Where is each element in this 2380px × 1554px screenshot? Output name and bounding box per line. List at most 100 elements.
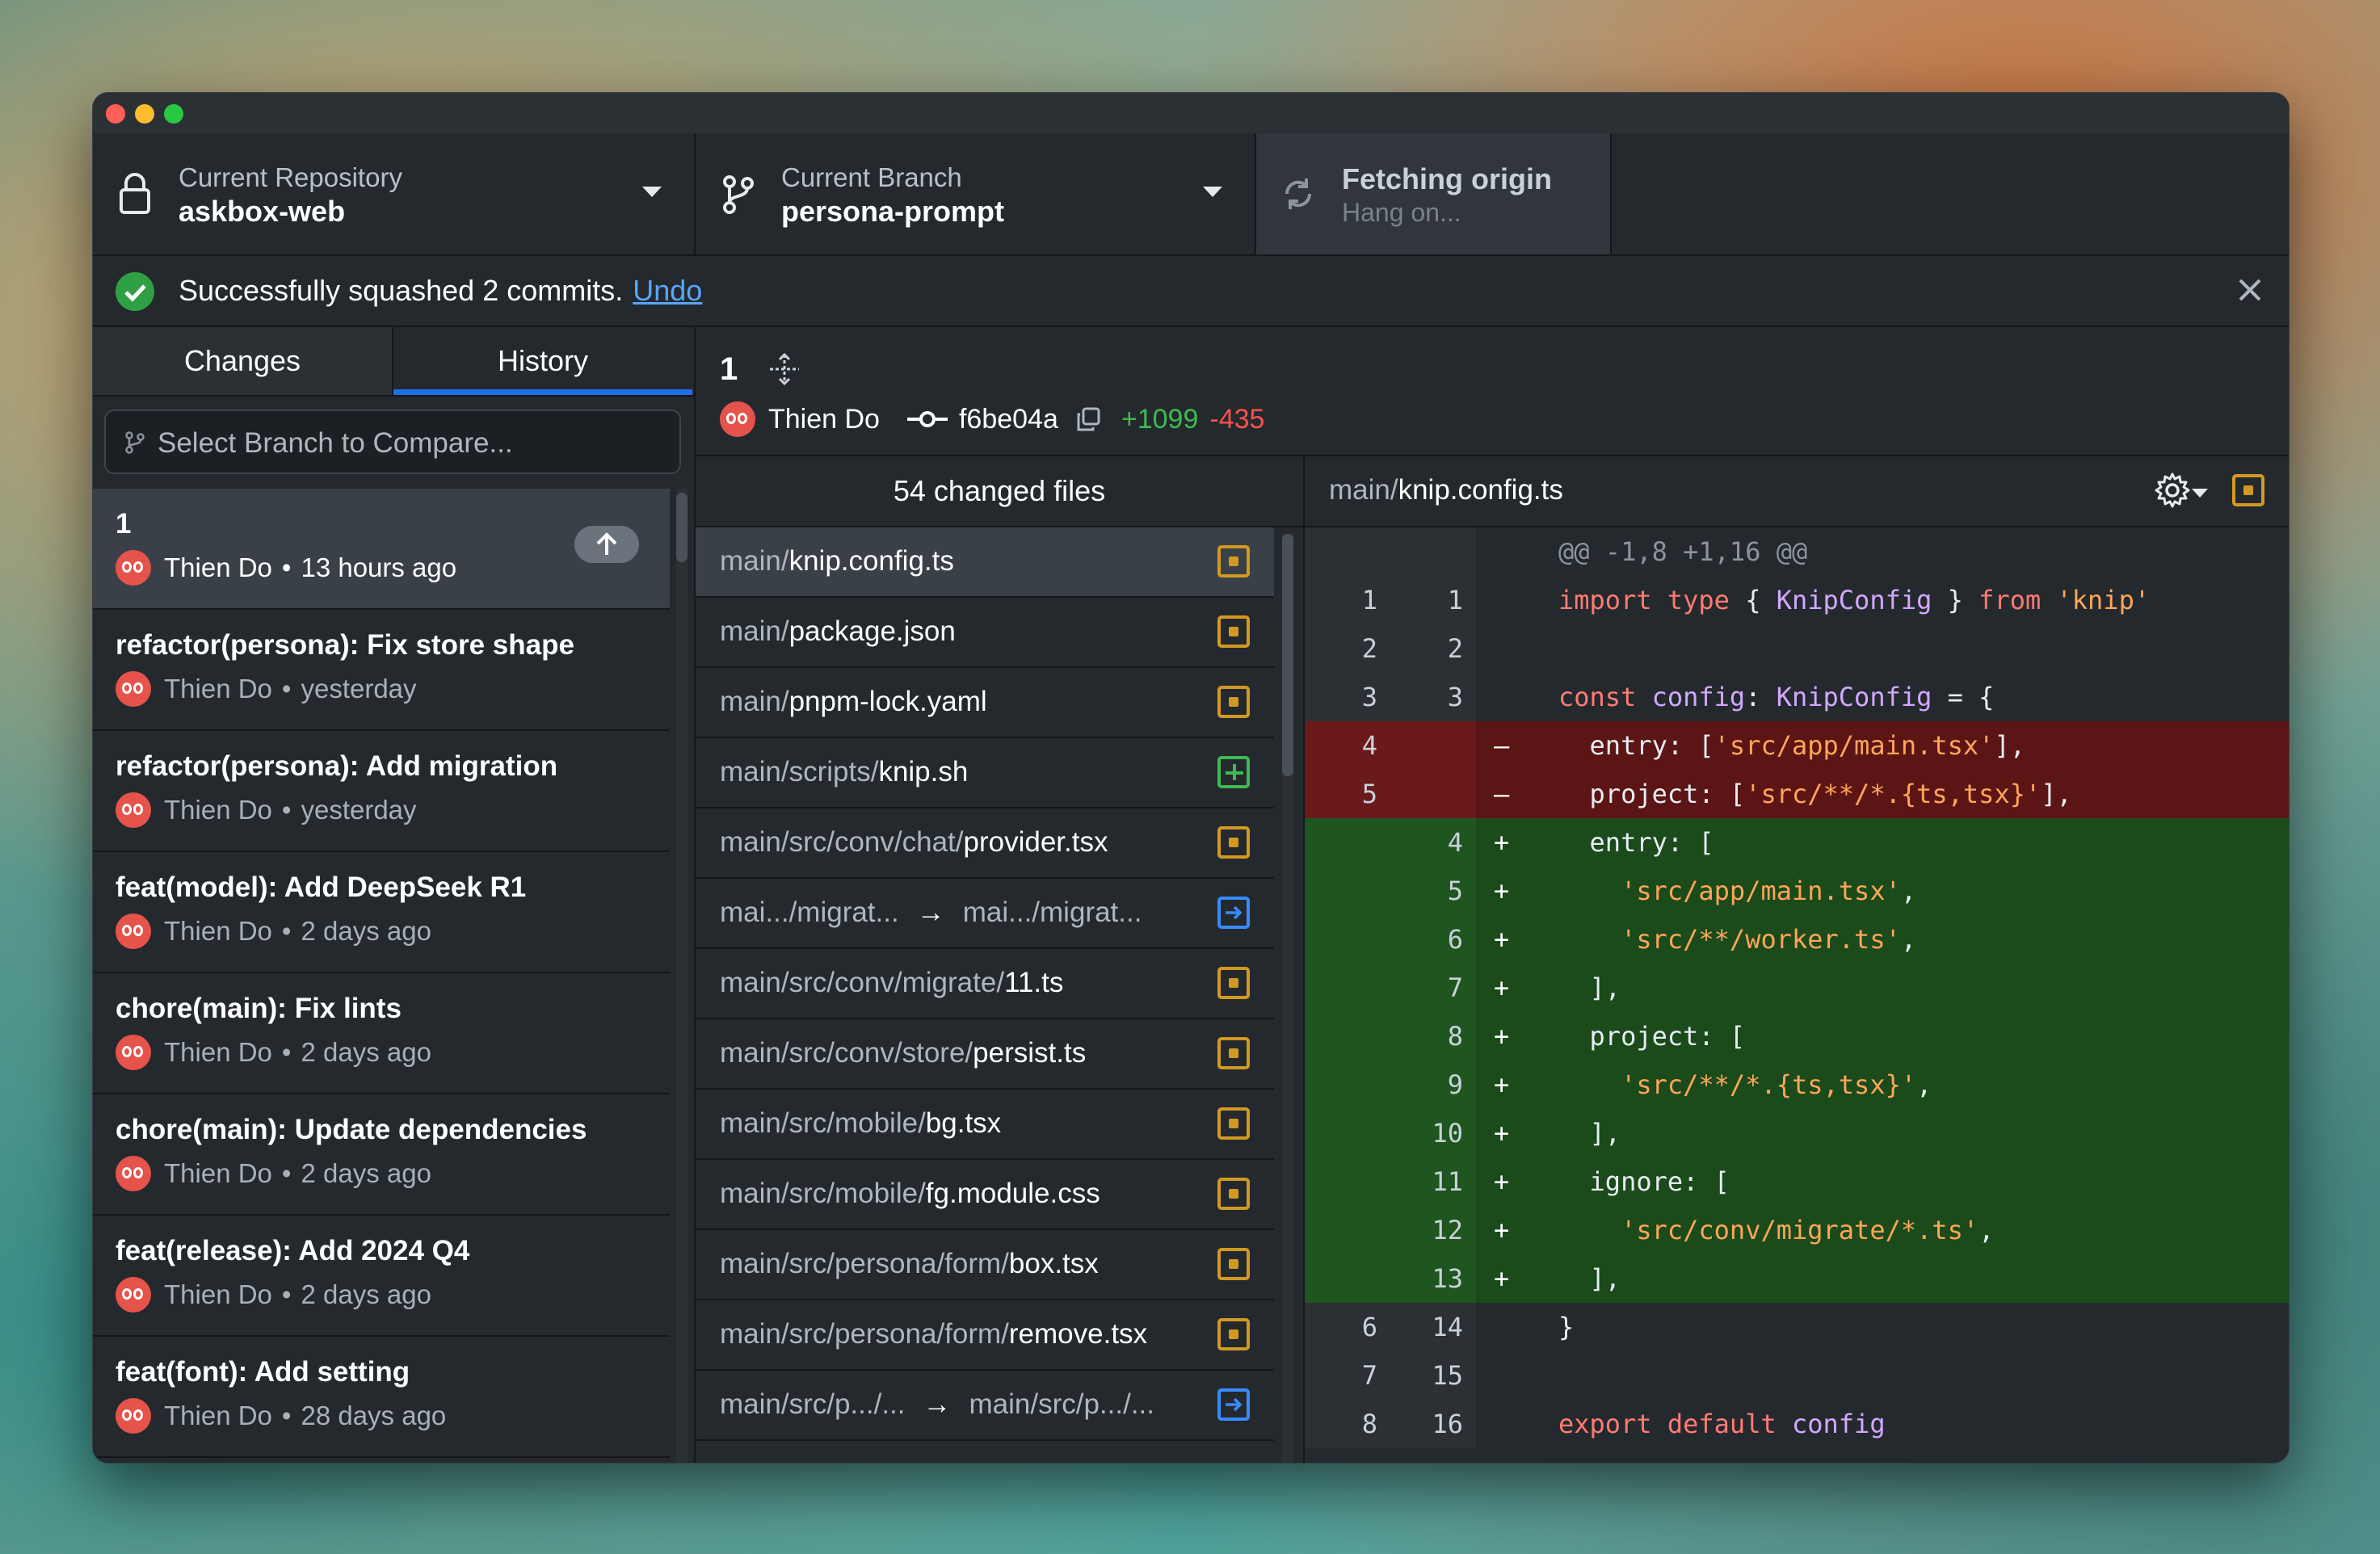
code-text: 'src/app/main.tsx', [1621,876,1917,906]
added-line[interactable]: 9 + 'src/**/*.{ts,tsx}', [1305,1060,2289,1109]
context-line[interactable]: 6 14} [1305,1303,2289,1351]
modified-icon [1217,1318,1250,1350]
added-line[interactable]: 7 + ], [1305,964,2289,1012]
file-row[interactable]: main/src/p.../... → main/src/p.../... [696,1371,1274,1441]
tab-history[interactable]: History [393,327,692,395]
file-row[interactable]: main/src/conv/migrate/11.ts [696,949,1274,1019]
commit-author: Thien Do [164,674,272,704]
added-line[interactable]: 12 + 'src/conv/migrate/*.ts', [1305,1206,2289,1254]
file-row[interactable]: main/src/conv/store/persist.ts [696,1019,1274,1090]
file-dir: main/src/persona/form/ [720,1248,1009,1279]
code-text: ignore: [ [1558,1166,1730,1197]
diff-marker: + [1494,1118,1510,1149]
separator-dot: • [281,674,292,704]
file-row[interactable]: main/knip.config.ts [696,527,1274,598]
move-icon[interactable] [767,351,802,387]
context-line[interactable]: 7 15 [1305,1351,2289,1400]
added-line[interactable]: 11 + ignore: [ [1305,1157,2289,1206]
diff-marker: + [1494,876,1510,906]
file-row[interactable]: main/src/conv/chat/provider.tsx [696,808,1274,879]
file-path: main/src/persona/form/remove.tsx [720,1318,1147,1350]
added-line[interactable]: 13 + ], [1305,1254,2289,1303]
file-row[interactable]: mai.../migrat... → mai.../migrat... [696,879,1274,949]
separator-dot: • [281,552,292,582]
file-row[interactable]: main/src/mobile/fg.module.css [696,1160,1274,1230]
commit-title: refactor(persona): Add migration [116,750,558,782]
separator-dot: • [281,1279,292,1309]
file-row[interactable]: main/scripts/knip.sh [696,738,1274,808]
diff-panel: main/knip.config.ts @@ -1,8 +1,16 @@ 11i… [1305,456,2289,1463]
context-line[interactable]: 8 16 export default config [1305,1400,2289,1448]
old-line-number [1305,1109,1377,1157]
diff-marker: + [1494,1215,1510,1245]
commit-time: 13 hours ago [301,552,457,582]
deleted-line[interactable]: 4 – entry: ['src/app/main.tsx'], [1305,721,2289,770]
additions-count: +1099 [1121,403,1199,435]
commit-author: Thien Do [164,1401,272,1430]
current-branch-dropdown[interactable]: Current Branch persona-prompt [696,133,1256,254]
minimize-window-button[interactable] [135,104,154,124]
file-path: mai.../migrat... → mai.../migrat... [720,897,1142,929]
added-line[interactable]: 5 + 'src/app/main.tsx', [1305,867,2289,915]
commit-row[interactable]: chore(main): Fix lints Thien Do • 2 days a… [93,973,670,1094]
modified-icon [1217,545,1250,578]
file-list-scroll-thumb[interactable] [1282,534,1293,776]
commit-list-scroll-thumb[interactable] [676,493,688,562]
current-repository-dropdown[interactable]: Current Repository askbox-web [93,133,696,254]
diff-marker: + [1494,972,1510,1003]
commit-title: feat(model): Add DeepSeek R1 [116,872,527,903]
code-text: ], [1558,972,1621,1003]
arrow-right-icon: → [916,897,945,928]
chevron-down-icon[interactable] [2192,489,2208,498]
commit-row[interactable]: chore(main): Update dependencies Thien D… [93,1094,670,1216]
old-line-number [1305,1157,1377,1206]
commit-row[interactable]: feat(font): Add setting Thien Do • 28 days… [93,1337,670,1458]
file-dir: main/ [720,545,789,577]
title-bar [93,93,2289,133]
file-row[interactable]: main/src/persona/form/remove.tsx [696,1300,1274,1371]
avatar [116,1277,151,1312]
commit-meta: Thien Do • 2 days ago [116,1277,431,1312]
context-line[interactable]: 3 3 const config: KnipConfig = { [1305,673,2289,721]
old-line-number: 3 [1361,682,1377,712]
fetch-origin-button[interactable]: Fetching origin Hang on... [1256,133,1612,254]
git-branch-icon [723,175,754,214]
close-icon[interactable] [2234,274,2266,306]
added-line[interactable]: 6 + 'src/**/worker.ts', [1305,915,2289,964]
fetch-subtitle: Hang on... [1342,198,1461,227]
gear-icon[interactable] [2153,471,2192,510]
new-line-number: 16 [1432,1409,1463,1439]
file-path: main/pnpm-lock.yaml [720,686,987,718]
arrow-up-icon[interactable] [574,526,639,563]
context-line[interactable]: 22 [1305,624,2289,673]
file-name: provider.tsx [963,826,1108,858]
gutter [1390,527,1476,576]
file-row[interactable]: main/pnpm-lock.yaml [696,668,1274,738]
close-window-button[interactable] [106,104,125,124]
undo-link[interactable]: Undo [633,274,702,307]
deleted-line[interactable]: 5 – project: ['src/**/*.{ts,tsx}'], [1305,770,2289,818]
zoom-window-button[interactable] [164,104,183,124]
commit-row[interactable]: 1 Thien Do • 13 hours ago [93,489,670,610]
new-line-number: 4 [1447,827,1463,858]
tab-changes[interactable]: Changes [93,327,393,395]
added-line[interactable]: 10 + ], [1305,1109,2289,1157]
compare-branch-input[interactable]: Select Branch to Compare... [104,410,681,474]
commit-row[interactable]: refactor(persona): Fix store shape Thien… [93,610,670,731]
modified-icon [1217,1037,1250,1069]
file-row[interactable]: main/package.json [696,598,1274,668]
file-row[interactable]: main/src/mobile/bg.tsx [696,1090,1274,1160]
commit-meta: Thien Do • 28 days ago [116,1398,446,1434]
added-line[interactable]: 4 + entry: [ [1305,818,2289,867]
commit-row[interactable]: feat(model): Add DeepSeek R1 Thien Do • 2 … [93,852,670,973]
commit-row[interactable]: feat(release): Add 2024 Q4 Thien Do • 2 da… [93,1216,670,1337]
commit-row[interactable]: refactor(persona): Add migration Thien D… [93,731,670,852]
copy-icon[interactable] [1076,407,1100,431]
context-line[interactable]: 1 1 import type { KnipConfig } from 'knip' [1305,576,2289,624]
commit-list-scrollbar[interactable] [676,489,688,1463]
renamed-icon [1217,897,1250,929]
git-commit-icon [906,411,948,427]
added-line[interactable]: 8 + project: [ [1305,1012,2289,1060]
file-row[interactable]: main/src/persona/form/box.tsx [696,1230,1274,1300]
commit-title: chore(main): Update dependencies [116,1114,587,1145]
